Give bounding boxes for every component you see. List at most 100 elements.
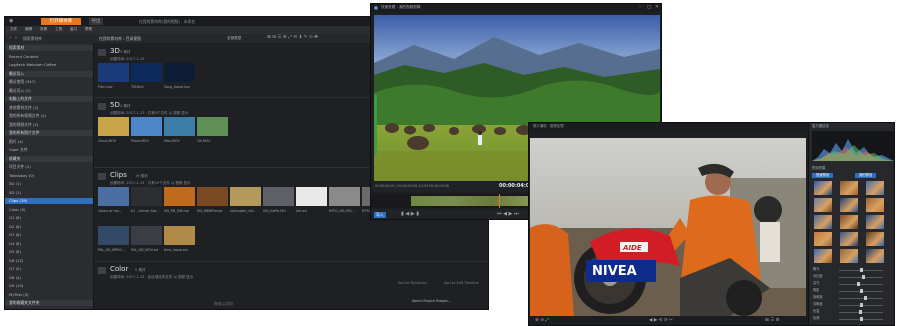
player-maximize-icon[interactable]: □ — [647, 5, 651, 11]
sidebar-item[interactable]: MyTest (4) — [5, 292, 93, 298]
media-thumbnail[interactable] — [131, 226, 162, 245]
sidebar-item[interactable]: Viper 文件 — [5, 147, 93, 153]
media-thumbnail[interactable] — [263, 187, 294, 206]
sidebar-group[interactable]: 最近导入 — [5, 70, 93, 77]
slider-knob[interactable] — [861, 275, 865, 279]
toolbar-icons[interactable]: ⊞ ⊟ ☰ ⚙ ⤢ ⟲ ⬇ ✎ ⊙ ✚ — [267, 35, 318, 41]
tab-export[interactable]: 导出 — [89, 18, 103, 25]
media-thumbnail[interactable] — [98, 117, 129, 136]
media-thumbnail[interactable] — [131, 117, 162, 136]
slider-knob[interactable] — [859, 289, 863, 293]
sidebar-group[interactable]: 搜索素材 — [5, 45, 93, 51]
sidebar-item[interactable]: 项目文件 (1) — [5, 164, 93, 170]
media-thumbnail[interactable] — [164, 63, 195, 82]
slider-knob[interactable] — [859, 303, 863, 307]
preset-thumbnail[interactable] — [866, 215, 884, 229]
preset-thumbnail[interactable] — [814, 232, 832, 246]
sidebar-item[interactable]: G1 (8) — [5, 215, 93, 221]
sidebar-item[interactable]: G6 (12) — [5, 258, 93, 264]
sidebar-item[interactable]: Color (0) — [5, 207, 93, 213]
media-thumbnail[interactable] — [98, 63, 129, 82]
slider-knob[interactable] — [858, 310, 862, 314]
sidebar-group[interactable]: 电脑上的文件 — [5, 96, 93, 102]
media-thumbnail[interactable] — [197, 117, 228, 136]
media-thumbnail[interactable] — [197, 187, 228, 206]
menu-item[interactable]: 查看 — [40, 27, 47, 32]
playback-controls[interactable]: ⏮ ◀ ▶ ⏭ — [497, 212, 518, 217]
sidebar-group[interactable]: 我的收藏夹文件夹 — [5, 300, 93, 306]
preset-thumbnail[interactable] — [814, 198, 832, 212]
slider-knob[interactable] — [860, 317, 864, 321]
preset-thumbnail[interactable] — [866, 249, 884, 263]
sidebar-item[interactable]: Logitech Webcam Coffee — [5, 62, 93, 68]
media-thumbnail[interactable] — [98, 187, 129, 206]
in-out-icons[interactable]: ▮ ◀ ▶ ▮ — [401, 212, 419, 217]
preset-thumbnail[interactable] — [866, 198, 884, 212]
media-thumbnail[interactable] — [98, 226, 129, 245]
sidebar-item[interactable]: 3D (1) — [5, 181, 93, 187]
media-thumbnail[interactable] — [296, 187, 327, 206]
preset-thumbnail[interactable] — [866, 232, 884, 246]
media-thumbnail[interactable] — [164, 187, 195, 206]
media-thumbnail[interactable] — [329, 187, 360, 206]
sidebar-item[interactable]: G9 (10) — [5, 283, 93, 289]
back-icon[interactable]: ‹ — [9, 36, 11, 41]
preset-thumbnail[interactable] — [840, 198, 858, 212]
media-thumbnail[interactable] — [131, 187, 162, 206]
sidebar-group[interactable]: 我的所有照片文件 — [5, 130, 93, 136]
sidebar-item[interactable]: G8 (4) — [5, 275, 93, 281]
preset-thumbnail[interactable] — [840, 215, 858, 229]
editor-bottom-icons-right[interactable]: ⊞ ☰ ⚙ — [765, 318, 780, 324]
player-minimize-icon[interactable]: – — [639, 5, 641, 11]
sidebar-item[interactable]: TakeAway (0) — [5, 173, 93, 179]
library-search[interactable]: 搜索素材库 — [23, 36, 42, 41]
preset-thumbnail[interactable] — [814, 249, 832, 263]
menu-item[interactable]: 窗口 — [70, 27, 77, 32]
sidebar-item[interactable]: G7 (0) — [5, 266, 93, 272]
sidebar-item[interactable]: 照片 (4) — [5, 139, 93, 145]
sidebar-item[interactable]: G2 (8) — [5, 224, 93, 230]
media-thumbnail[interactable] — [164, 226, 195, 245]
tab-quick-presets[interactable]: 快速预设 — [812, 173, 834, 179]
sidebar-item[interactable]: 最近使用 (347) — [5, 79, 93, 85]
menu-item[interactable]: 工具 — [55, 27, 62, 32]
sidebar-item[interactable]: G4 (8) — [5, 241, 93, 247]
sidebar-item[interactable]: G5 (8) — [5, 249, 93, 255]
sidebar-item[interactable]: 我的所有视频文件 (2) — [5, 113, 93, 119]
preset-thumbnail[interactable] — [866, 181, 884, 195]
editor-bottom-icons-center[interactable]: ◀ ▶ ⟲ ⟳ ✂ — [649, 318, 673, 324]
preset-thumbnail[interactable] — [840, 181, 858, 195]
sidebar-item[interactable]: G3 (8) — [5, 232, 93, 238]
slider-knob[interactable] — [863, 296, 867, 300]
editor-bottom-icons-left[interactable]: ⊕ ⊖ ⤢ — [535, 318, 549, 324]
media-thumbnail[interactable] — [164, 117, 195, 136]
playhead-marker[interactable] — [499, 194, 500, 208]
sidebar-item[interactable]: Clips (19) — [5, 198, 93, 204]
sidebar-item[interactable]: 5D (1) — [5, 190, 93, 196]
preset-thumbnail[interactable] — [840, 249, 858, 263]
tab-my-presets[interactable]: 我的预设 — [855, 173, 877, 179]
menu-item[interactable]: 编辑 — [25, 27, 32, 32]
editor-image[interactable]: NIVEA AIDE — [530, 138, 806, 316]
forward-icon[interactable]: › — [15, 36, 17, 41]
preset-thumbnail[interactable] — [840, 232, 858, 246]
sidebar-group[interactable]: 收藏夹 — [5, 155, 93, 162]
sidebar-item[interactable]: 其他素材文件 (2) — [5, 105, 93, 111]
preset-thumbnail[interactable] — [814, 215, 832, 229]
media-thumbnail[interactable] — [131, 63, 162, 82]
slider-track[interactable] — [839, 297, 883, 299]
sidebar-item[interactable]: 最近导入 (1) — [5, 88, 93, 94]
preset-thumbnail[interactable] — [814, 181, 832, 195]
player-close-icon[interactable]: ✕ — [655, 5, 659, 11]
slider-track[interactable] — [839, 283, 883, 285]
media-thumbnail[interactable] — [230, 187, 261, 206]
view-filter[interactable]: 全部类型 — [227, 36, 241, 41]
mode-import-button[interactable]: 导入 — [374, 212, 386, 218]
menu-item[interactable]: 文件 — [10, 27, 17, 32]
sidebar-item[interactable]: Recent Content — [5, 54, 93, 60]
slider-knob[interactable] — [857, 282, 861, 286]
tab-open-library[interactable]: 打开媒体库 — [41, 18, 81, 25]
sidebar-item[interactable]: 我的视频文件 (2) — [5, 122, 93, 128]
slider-knob[interactable] — [859, 268, 863, 272]
menu-item[interactable]: 帮助 — [85, 27, 92, 32]
